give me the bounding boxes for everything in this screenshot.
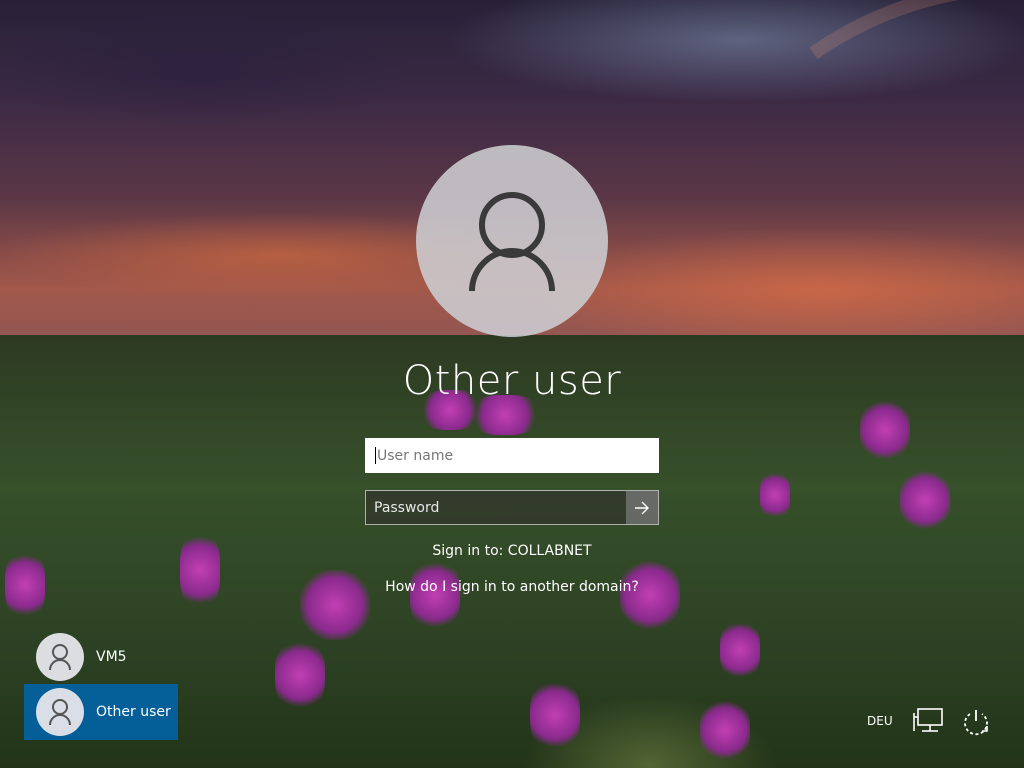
network-icon[interactable]	[912, 707, 944, 739]
power-icon[interactable]	[958, 706, 992, 744]
user-avatar-large	[416, 145, 608, 337]
flower	[620, 560, 680, 630]
arrow-right-icon	[635, 501, 649, 514]
username-input[interactable]: User name	[365, 438, 659, 473]
selected-user-name: Other user	[402, 358, 622, 404]
flower	[760, 470, 790, 520]
input-language-indicator[interactable]: DEU	[867, 714, 893, 728]
flower	[860, 400, 910, 460]
domain-help-link[interactable]: How do I sign in to another domain?	[312, 579, 712, 595]
sign-in-domain-text: Sign in to: COLLABNET	[432, 543, 592, 559]
person-icon	[49, 644, 71, 671]
flower	[900, 470, 950, 530]
user-list-item-other-user[interactable]: Other user	[24, 684, 178, 740]
flower	[5, 550, 45, 620]
flower	[180, 530, 220, 610]
submit-button[interactable]	[626, 491, 658, 524]
flower	[530, 680, 580, 750]
user-list-item-label: VM5	[96, 649, 127, 665]
user-list-item-label: Other user	[96, 704, 171, 720]
password-input[interactable]: Password	[365, 490, 659, 525]
person-icon	[469, 192, 555, 292]
avatar	[36, 633, 84, 681]
flower	[700, 700, 750, 760]
person-icon	[49, 699, 71, 726]
user-list-item-vm5[interactable]: VM5	[24, 629, 178, 685]
avatar	[36, 688, 84, 736]
username-placeholder: User name	[377, 447, 454, 464]
flower	[275, 640, 325, 710]
text-caret	[375, 447, 376, 464]
password-placeholder: Password	[374, 499, 440, 516]
flower	[720, 620, 760, 680]
flower	[410, 560, 460, 630]
